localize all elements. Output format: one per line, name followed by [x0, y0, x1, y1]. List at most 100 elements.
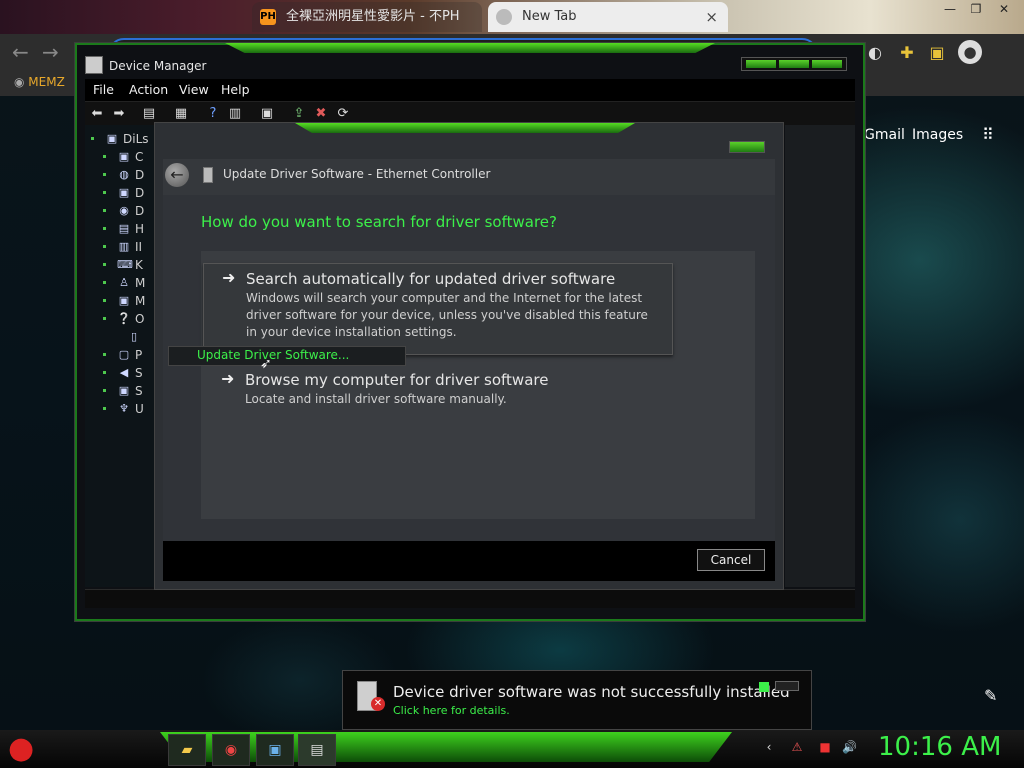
apps-grid-icon[interactable]: ⠿: [982, 126, 1000, 144]
close-button[interactable]: [812, 60, 842, 68]
notification-balloon[interactable]: ✕ Device driver software was not success…: [342, 670, 812, 730]
tree-item[interactable]: ◀ S: [85, 365, 155, 383]
images-link[interactable]: Images: [912, 127, 963, 143]
back-arrow-icon[interactable]: ←: [12, 40, 29, 64]
tree-item[interactable]: ♆ U: [85, 401, 155, 419]
profile-avatar[interactable]: ●: [958, 40, 982, 64]
tree-expander[interactable]: [103, 263, 106, 266]
file-explorer-icon[interactable]: ▰: [168, 734, 206, 766]
tree-item[interactable]: ▥ II: [85, 239, 155, 257]
error-icon: ✕: [371, 697, 385, 711]
taskbar-clock[interactable]: 10:16 AM: [878, 732, 1001, 762]
tree-expander[interactable]: [103, 281, 106, 284]
update-driver-icon[interactable]: ⇪: [291, 106, 307, 122]
show-hidden-icons-icon[interactable]: ‹: [762, 740, 776, 754]
browse-computer-option[interactable]: ➜ Browse my computer for driver software…: [203, 367, 671, 415]
tree-item[interactable]: ▤ H: [85, 221, 155, 239]
arrow-right-icon: ➜: [221, 369, 235, 388]
menu-view[interactable]: View: [179, 82, 209, 97]
tree-item[interactable]: ◉ D: [85, 203, 155, 221]
maximize-button[interactable]: [779, 60, 809, 68]
tree-expander[interactable]: [91, 137, 94, 140]
tree-expander[interactable]: [103, 299, 106, 302]
pencil-icon[interactable]: ✎: [984, 686, 997, 705]
minimize-button[interactable]: [746, 60, 776, 68]
tree-item[interactable]: ◍ D: [85, 167, 155, 185]
tab-title: New Tab: [522, 9, 577, 24]
menu-help[interactable]: Help: [221, 82, 250, 97]
uninstall-icon[interactable]: ✖: [313, 106, 329, 122]
help-icon[interactable]: ?: [205, 106, 221, 122]
start-button[interactable]: ●: [8, 730, 48, 768]
tree-expander[interactable]: [103, 317, 106, 320]
tree-item[interactable]: ▣ M: [85, 293, 155, 311]
device-icon: ▣: [118, 384, 130, 397]
tree-expander[interactable]: [103, 191, 106, 194]
extensions-puzzle-icon[interactable]: ✚: [896, 42, 918, 64]
network-error-icon[interactable]: ⚠: [790, 740, 804, 754]
option-title: Search automatically for updated driver …: [246, 270, 616, 288]
back-arrow-icon[interactable]: ←: [165, 163, 189, 187]
tree-expander[interactable]: [103, 227, 106, 230]
forward-arrow-icon[interactable]: →: [42, 40, 59, 64]
show-hide-icon[interactable]: ▥: [227, 106, 243, 122]
close-icon[interactable]: ✕: [994, 2, 1014, 16]
tree-item[interactable]: ♙ M: [85, 275, 155, 293]
tree-item[interactable]: ▣ D: [85, 185, 155, 203]
tree-label: M: [135, 294, 146, 308]
tree-root[interactable]: ▣ DiLs: [85, 131, 155, 149]
forward-icon[interactable]: ➡: [111, 106, 127, 122]
bookmark-label: MEMZ: [28, 75, 65, 89]
device-manager-taskbar-icon[interactable]: ▤: [298, 734, 336, 766]
tree-item[interactable]: ❔ O: [85, 311, 155, 329]
menu-bar: File Action View Help: [85, 79, 855, 101]
back-icon[interactable]: ⬅: [89, 106, 105, 122]
volume-icon[interactable]: 🔊: [842, 740, 857, 754]
tree-label: D: [135, 186, 145, 200]
flag-icon[interactable]: ◐: [864, 42, 886, 64]
site-favicon-icon: PH: [260, 9, 276, 25]
update-driver-menu-item[interactable]: Update Driver Software...: [197, 348, 349, 362]
option-description: Windows will search your computer and th…: [246, 291, 648, 339]
tree-item[interactable]: ⌨ K: [85, 257, 155, 275]
scan-hardware-icon[interactable]: ▣: [259, 106, 275, 122]
device-icon: ◉: [119, 204, 129, 217]
cancel-button[interactable]: Cancel: [697, 549, 765, 571]
tree-item[interactable]: ▢ P: [85, 347, 155, 365]
browser-tab-newtab[interactable]: New Tab ×: [488, 2, 728, 32]
enable-device-icon[interactable]: ⟳: [335, 106, 351, 122]
console-tree-icon[interactable]: ▤: [141, 106, 157, 122]
status-bar: [85, 589, 855, 608]
tree-expander[interactable]: [103, 245, 106, 248]
action-center-icon[interactable]: ■: [818, 740, 832, 754]
tree-item[interactable]: ▯: [85, 329, 155, 347]
close-button[interactable]: [729, 141, 765, 153]
tree-expander[interactable]: [103, 371, 106, 374]
menu-action[interactable]: Action: [129, 82, 168, 97]
menu-file[interactable]: File: [93, 82, 114, 97]
tree-item[interactable]: ▣ C: [85, 149, 155, 167]
bookmark-memz[interactable]: ◉ MEMZ: [14, 75, 65, 89]
tree-expander[interactable]: [103, 389, 106, 392]
details-link[interactable]: Click here for details.: [393, 704, 510, 717]
search-automatically-option[interactable]: ➜ Search automatically for updated drive…: [203, 263, 673, 355]
gmail-link[interactable]: Gmail: [864, 127, 905, 143]
close-tab-icon[interactable]: ×: [705, 2, 718, 32]
option-description: Locate and install driver software manua…: [245, 392, 507, 406]
tree-expander[interactable]: [103, 155, 106, 158]
tree-expander[interactable]: [103, 173, 106, 176]
control-panel-icon[interactable]: ▣: [256, 734, 294, 766]
tree-expander[interactable]: [103, 407, 106, 410]
tree-expander[interactable]: [103, 353, 106, 356]
browser-tab[interactable]: PH 全裸亞洲明星性愛影片 - 不PH: [252, 2, 482, 32]
minimize-icon[interactable]: —: [940, 2, 960, 16]
restore-icon[interactable]: ❐: [966, 2, 986, 16]
tree-item[interactable]: ▣ S: [85, 383, 155, 401]
sidepanel-icon[interactable]: ▣: [926, 42, 948, 64]
tree-expander[interactable]: [103, 209, 106, 212]
chrome-icon[interactable]: ◉: [212, 734, 250, 766]
properties-icon[interactable]: ▦: [173, 106, 189, 122]
notification-title: Device driver software was not successfu…: [393, 683, 790, 701]
close-button[interactable]: [775, 681, 799, 691]
tree-label: DiLs: [123, 132, 149, 146]
